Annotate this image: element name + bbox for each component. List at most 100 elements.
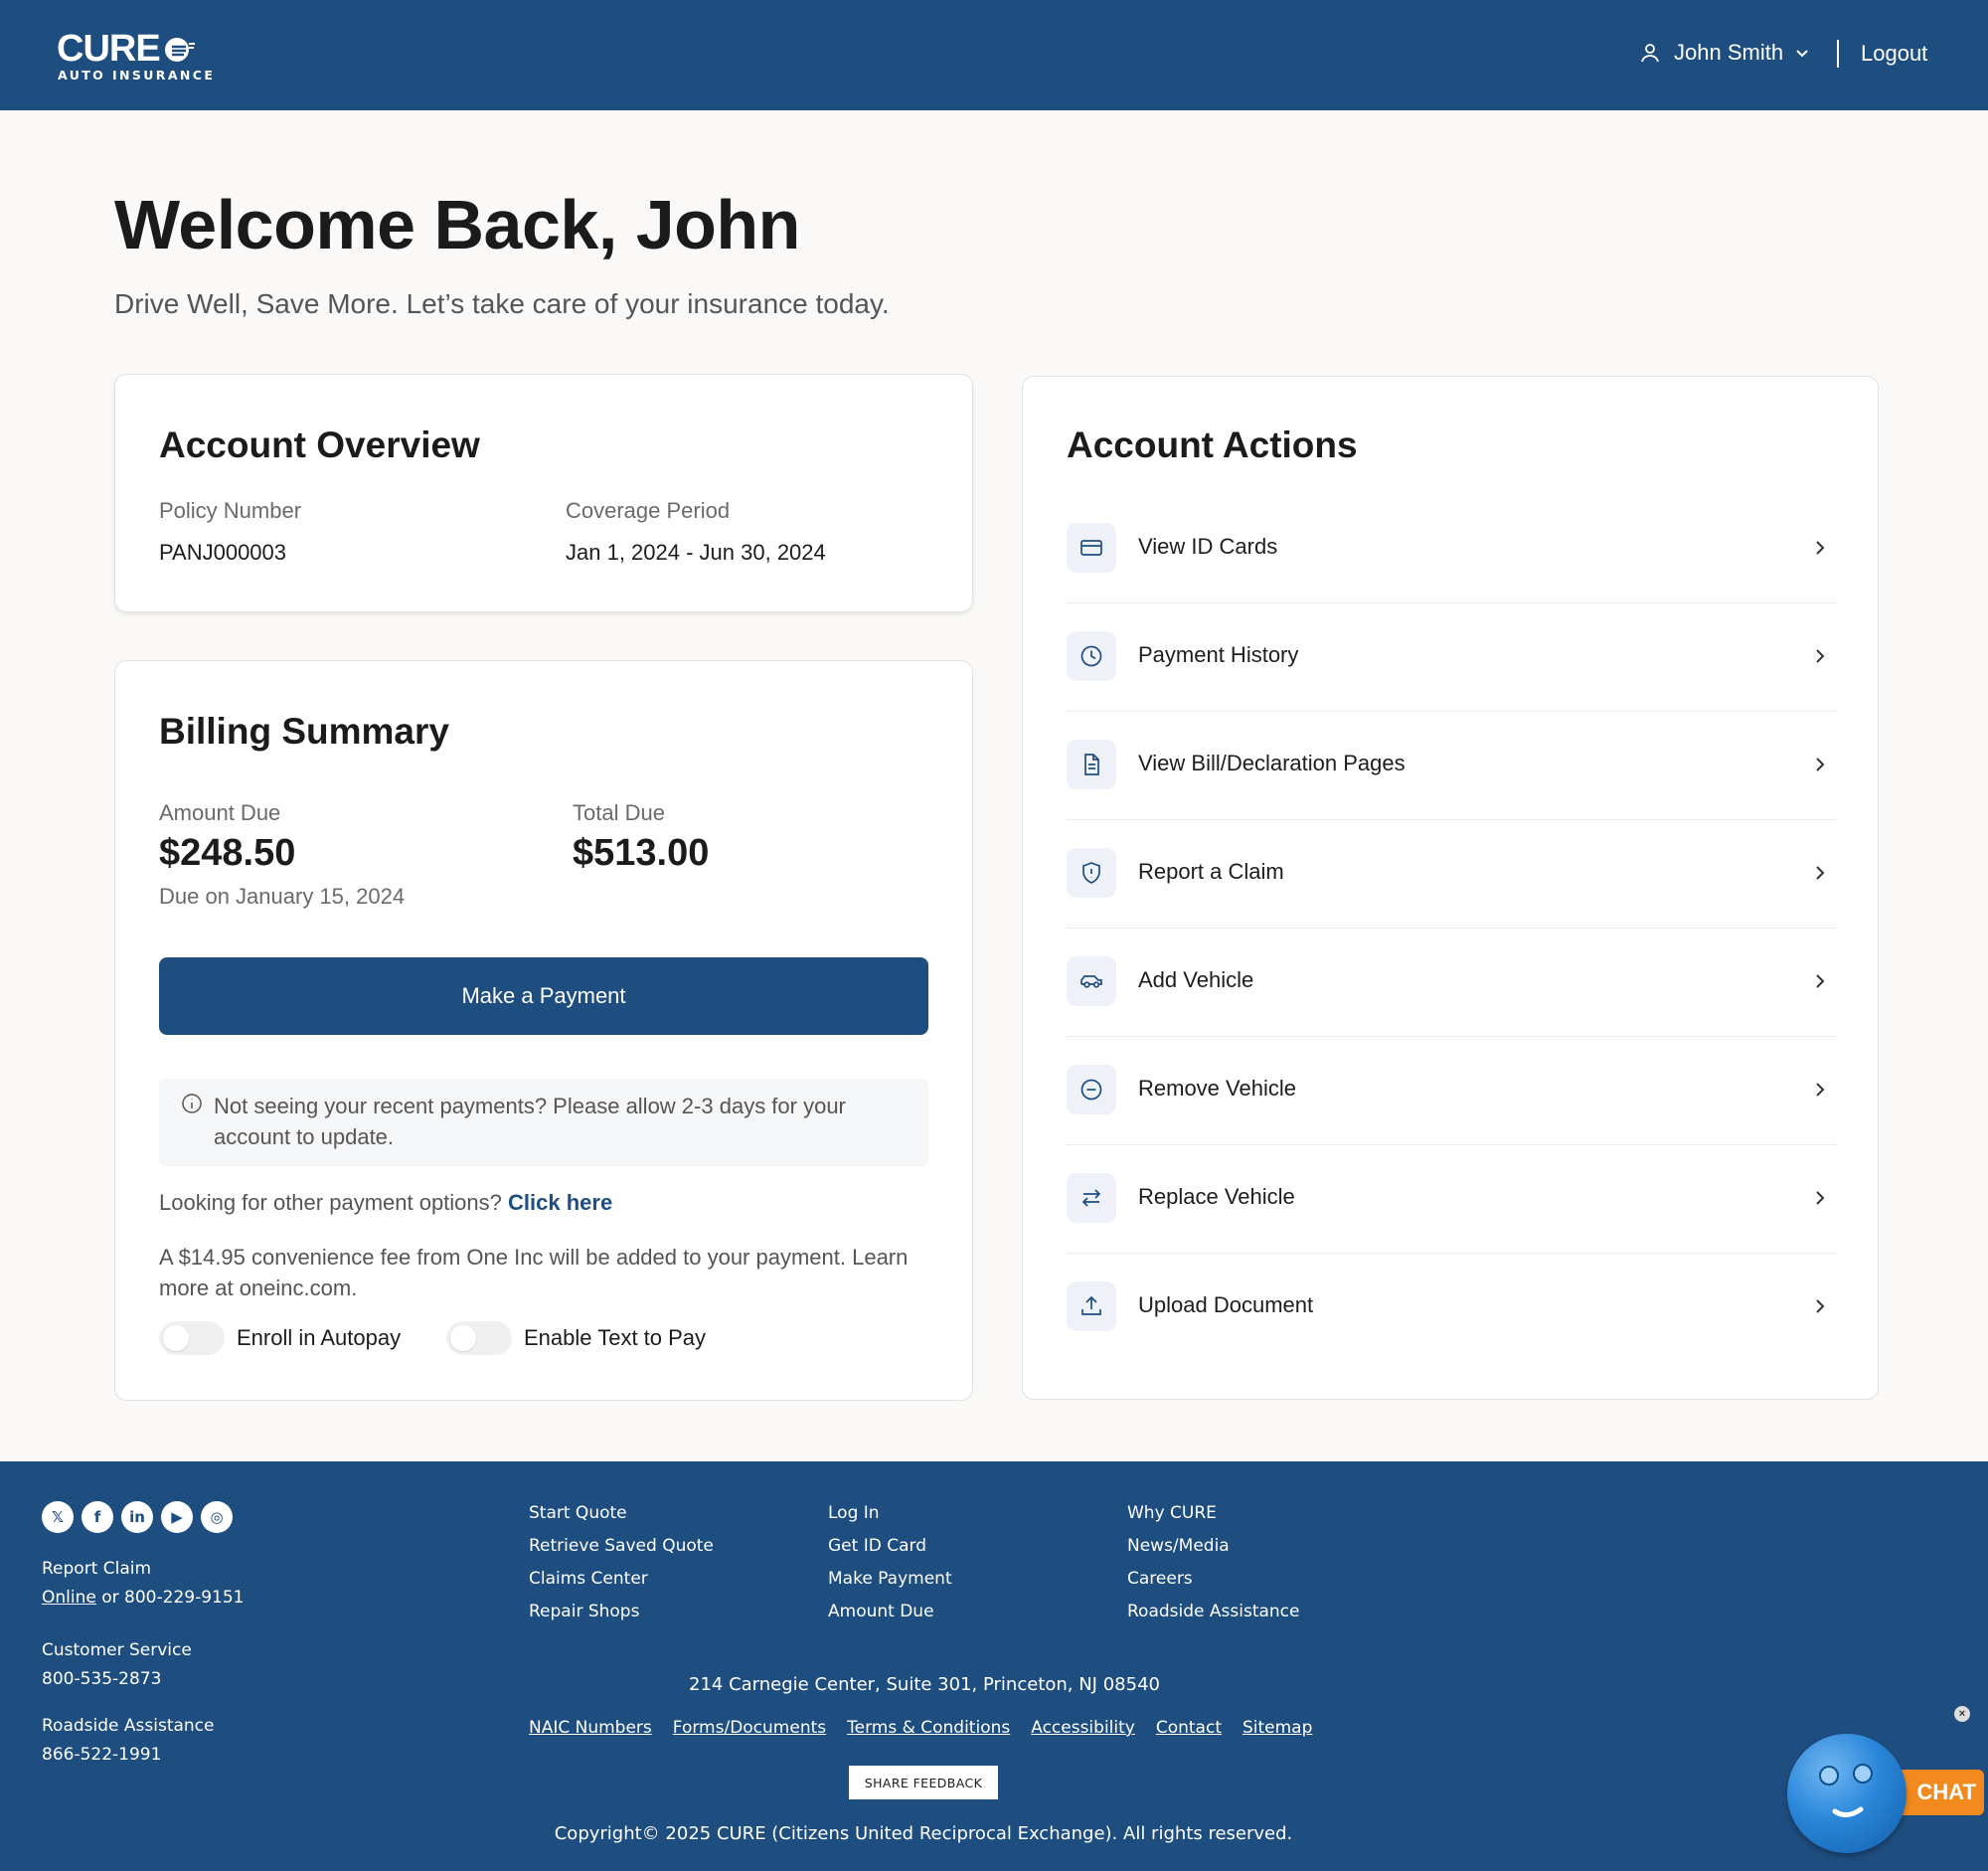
- footer-column-2: Log In Get ID Card Make Payment Amount D…: [828, 1503, 952, 1634]
- action-remove-vehicle[interactable]: Remove Vehicle: [1067, 1038, 1836, 1145]
- copyright-text: Copyright© 2025 CURE (Citizens United Re…: [554, 1823, 1293, 1844]
- header-divider: [1837, 40, 1839, 68]
- amount-due-label: Amount Due: [159, 800, 281, 825]
- chat-label: CHAT: [1895, 1770, 1984, 1815]
- cure-logo[interactable]: CURE AUTO INSURANCE: [57, 30, 215, 83]
- chevron-right-icon: [1816, 866, 1825, 880]
- action-label: Payment History: [1138, 642, 1299, 667]
- footer-link[interactable]: News/Media: [1127, 1536, 1299, 1569]
- action-label: View Bill/Declaration Pages: [1138, 751, 1406, 775]
- minus-circle-icon: [1067, 1065, 1116, 1114]
- contact-link[interactable]: Contact: [1156, 1718, 1222, 1738]
- footer-link[interactable]: Log In: [828, 1503, 952, 1536]
- policy-number-value: PANJ000003: [159, 540, 287, 565]
- forms-documents-link[interactable]: Forms/Documents: [673, 1718, 826, 1738]
- footer-link[interactable]: Retrieve Saved Quote: [529, 1536, 714, 1569]
- social-links: 𝕏 f in ▶ ◎: [42, 1501, 241, 1533]
- action-payment-history[interactable]: Payment History: [1067, 604, 1836, 712]
- footer-link[interactable]: Start Quote: [529, 1503, 714, 1536]
- instagram-icon[interactable]: ◎: [201, 1501, 233, 1533]
- logo-subtitle: AUTO INSURANCE: [58, 68, 216, 83]
- chat-mascot-icon: [1787, 1734, 1906, 1853]
- policy-number-label: Policy Number: [159, 498, 302, 523]
- action-label: Upload Document: [1138, 1292, 1314, 1317]
- autopay-toggle[interactable]: [159, 1321, 225, 1355]
- x-icon[interactable]: 𝕏: [42, 1501, 74, 1533]
- report-claim-phone: or 800-229-9151: [95, 1588, 245, 1608]
- roadside-label: Roadside Assistance: [42, 1716, 215, 1736]
- footer-link[interactable]: Repair Shops: [529, 1602, 714, 1634]
- action-label: Add Vehicle: [1138, 967, 1254, 992]
- facebook-icon[interactable]: f: [82, 1501, 113, 1533]
- convenience-fee-text: A $14.95 convenience fee from One Inc wi…: [159, 1245, 909, 1300]
- youtube-icon[interactable]: ▶: [161, 1501, 193, 1533]
- footer-link[interactable]: Amount Due: [828, 1602, 952, 1634]
- footer-column-3: Why CURE News/Media Careers Roadside Ass…: [1127, 1503, 1299, 1634]
- action-label: Report a Claim: [1138, 859, 1284, 884]
- action-add-vehicle[interactable]: Add Vehicle: [1067, 930, 1836, 1037]
- terms-conditions-link[interactable]: Terms & Conditions: [847, 1718, 1010, 1738]
- swap-arrows-icon: [1067, 1173, 1116, 1223]
- roadside-block: Roadside Assistance 866-522-1991: [42, 1712, 214, 1770]
- document-icon: [1067, 740, 1116, 789]
- chat-widget[interactable]: CHAT: [1785, 1732, 1984, 1855]
- logout-link[interactable]: Logout: [1861, 41, 1927, 67]
- payment-notice-text: Not seeing your recent payments? Please …: [214, 1094, 846, 1149]
- chat-close-button[interactable]: ×: [1954, 1706, 1970, 1722]
- footer-link[interactable]: Careers: [1127, 1569, 1299, 1602]
- chevron-right-icon: [1816, 974, 1825, 988]
- site-footer: 𝕏 f in ▶ ◎ Report Claim Online or 800-22…: [0, 1461, 1988, 1871]
- report-claim-label: Report Claim: [42, 1559, 152, 1579]
- action-label: Remove Vehicle: [1138, 1076, 1296, 1101]
- account-overview-title: Account Overview: [159, 425, 480, 465]
- total-due-value: $513.00: [573, 832, 710, 874]
- action-replace-vehicle[interactable]: Replace Vehicle: [1067, 1146, 1836, 1254]
- footer-link[interactable]: Claims Center: [529, 1569, 714, 1602]
- coverage-period-label: Coverage Period: [566, 498, 731, 523]
- naic-numbers-link[interactable]: NAIC Numbers: [529, 1718, 652, 1738]
- text-to-pay-toggle[interactable]: [446, 1321, 512, 1355]
- toggle-knob: [163, 1325, 189, 1351]
- action-upload-document[interactable]: Upload Document: [1067, 1255, 1836, 1362]
- action-report-claim[interactable]: Report a Claim: [1067, 821, 1836, 929]
- action-label: View ID Cards: [1138, 534, 1278, 559]
- clock-icon: [1067, 631, 1116, 681]
- company-address: 214 Carnegie Center, Suite 301, Princeto…: [689, 1674, 1160, 1695]
- user-name: John Smith: [1674, 40, 1784, 65]
- autopay-toggle-row: Enroll in Autopay: [159, 1321, 401, 1355]
- billing-summary-card: Billing Summary Amount Due $248.50 Due o…: [114, 660, 973, 1401]
- top-header: CURE AUTO INSURANCE John Smith Logout: [0, 0, 1988, 110]
- roadside-phone[interactable]: 866-522-1991: [42, 1741, 214, 1770]
- accessibility-link[interactable]: Accessibility: [1031, 1718, 1135, 1738]
- footer-link[interactable]: Get ID Card: [828, 1536, 952, 1569]
- action-view-id-cards[interactable]: View ID Cards: [1067, 496, 1836, 603]
- autopay-label: Enroll in Autopay: [237, 1325, 402, 1350]
- footer-link[interactable]: Make Payment: [828, 1569, 952, 1602]
- sitemap-link[interactable]: Sitemap: [1242, 1718, 1312, 1738]
- shield-alert-icon: [1067, 848, 1116, 898]
- linkedin-icon[interactable]: in: [121, 1501, 153, 1533]
- text-to-pay-toggle-row: Enable Text to Pay: [446, 1321, 706, 1355]
- make-payment-button[interactable]: Make a Payment: [159, 957, 928, 1035]
- customer-service-label: Customer Service: [42, 1640, 192, 1660]
- toggle-knob: [450, 1325, 476, 1351]
- payment-notice: Not seeing your recent payments? Please …: [159, 1079, 928, 1166]
- user-menu[interactable]: John Smith: [1638, 40, 1811, 66]
- info-icon: [182, 1094, 202, 1113]
- share-feedback-button[interactable]: SHARE FEEDBACK: [849, 1766, 998, 1799]
- billing-summary-title: Billing Summary: [159, 711, 449, 752]
- account-actions-title: Account Actions: [1067, 425, 1358, 465]
- report-claim-online-link[interactable]: Online: [42, 1588, 96, 1608]
- chevron-right-icon: [1816, 758, 1825, 771]
- footer-link[interactable]: Why CURE: [1127, 1503, 1299, 1536]
- coverage-period-value: Jan 1, 2024 - Jun 30, 2024: [566, 540, 826, 565]
- other-payment-options: Looking for other payment options? Click…: [159, 1190, 612, 1216]
- chevron-right-icon: [1816, 1083, 1825, 1097]
- click-here-link[interactable]: Click here: [508, 1190, 612, 1215]
- action-view-bill[interactable]: View Bill/Declaration Pages: [1067, 713, 1836, 820]
- logo-text: CURE: [57, 28, 161, 70]
- chevron-down-icon: [1796, 50, 1808, 58]
- page-tagline: Drive Well, Save More. Let’s take care o…: [114, 288, 890, 319]
- report-claim-block: Report Claim Online or 800-229-9151: [42, 1555, 244, 1613]
- footer-link[interactable]: Roadside Assistance: [1127, 1602, 1299, 1634]
